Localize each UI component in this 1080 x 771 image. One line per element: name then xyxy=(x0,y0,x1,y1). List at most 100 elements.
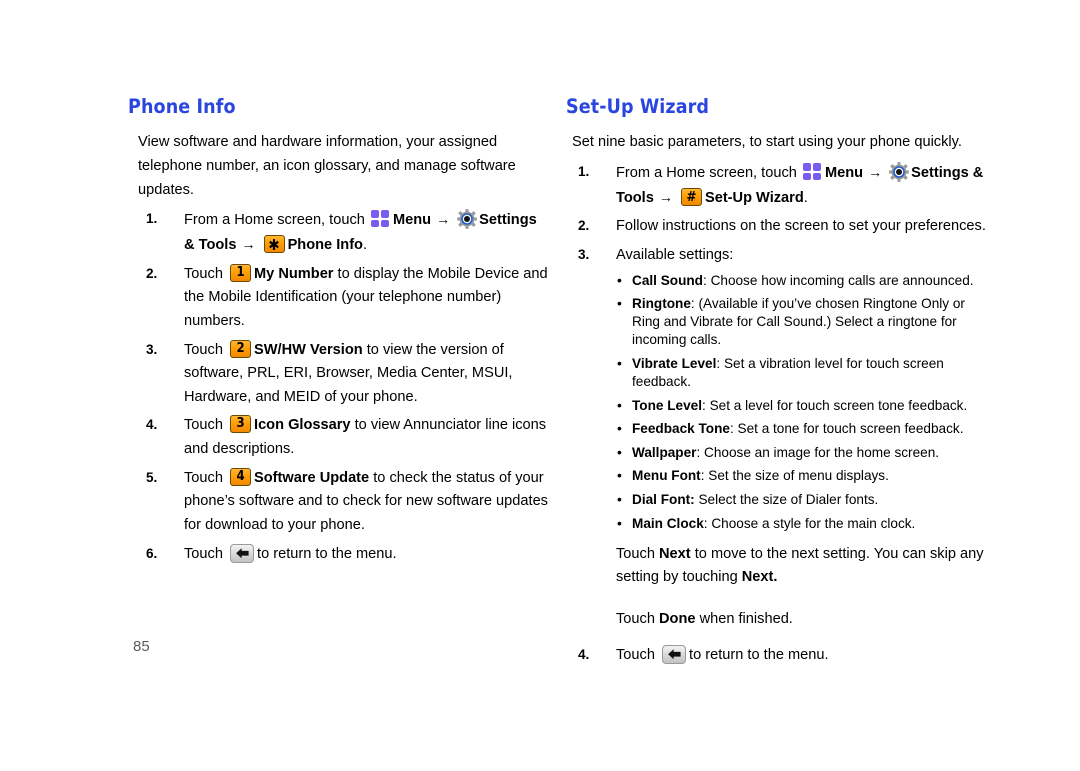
setting-item: Feedback Tone: Set a tone for touch scre… xyxy=(616,419,986,438)
keypad-key-icon-3: 3 xyxy=(230,415,252,434)
setting-item: Menu Font: Set the size of menu displays… xyxy=(616,466,986,485)
setting-term: Ringtone xyxy=(632,296,691,312)
keypad-key-icon-1: 1 xyxy=(230,263,252,282)
key-glyph: 1 xyxy=(236,264,245,280)
setting-item: Main Clock: Choose a style for the main … xyxy=(616,513,986,533)
step-text: Touch xyxy=(184,265,223,282)
step-number: 2. xyxy=(146,265,158,281)
step-number: 4. xyxy=(146,417,158,433)
setting-item: Tone Level: Set a level for touch screen… xyxy=(616,396,986,415)
setting-term: Main Clock xyxy=(632,515,704,531)
done-instruction-paragraph: Touch Done when finished. xyxy=(616,608,986,632)
key-glyph: # xyxy=(686,188,697,205)
available-settings-list: Call Sound: Choose how incoming calls ar… xyxy=(616,271,986,533)
back-arrow-icon xyxy=(230,543,255,563)
intro-paragraph: Set nine basic parameters, to start usin… xyxy=(572,134,962,151)
setting-item: Wallpaper: Choose an image for the home … xyxy=(616,443,986,462)
setting-term: Wallpaper xyxy=(632,444,697,460)
setting-sep: : xyxy=(696,444,705,460)
step-item: 3. Available settings: Call Sound: Choose… xyxy=(566,244,986,632)
step-item: 2. Follow instructions on the screen to s… xyxy=(566,215,986,239)
step-text-cont: to return to the menu. xyxy=(689,646,829,663)
settings-gear-icon xyxy=(889,162,909,182)
setting-sep: : xyxy=(729,421,738,437)
arrow-separator: → xyxy=(868,164,883,181)
setting-desc: Choose an image for the home screen. xyxy=(704,444,940,460)
key-glyph: 2 xyxy=(236,340,245,356)
done-bold: Done xyxy=(659,610,696,627)
step-text: From a Home screen, touch xyxy=(616,165,797,182)
step-item: 1. From a Home screen, touch Menu → Sett… xyxy=(566,161,986,210)
keypad-key-icon-star: ✱ xyxy=(263,235,285,253)
step-item: 5. Touch 4 Software Update to check the st… xyxy=(128,467,548,538)
step-text: Follow instructions on the screen to set… xyxy=(616,218,986,235)
setting-item: Vibrate Level: Set a vibration level for… xyxy=(616,354,986,391)
step-text-cont: to return to the menu. xyxy=(257,545,397,562)
step-item: 6. Touch to return to the menu. xyxy=(128,543,548,567)
page-number: 85 xyxy=(133,638,150,655)
target-label: Set-Up Wizard xyxy=(704,189,804,206)
keypad-key-icon-2: 2 xyxy=(230,339,252,358)
setting-desc: Select the size of Dialer fonts. xyxy=(698,491,879,507)
setting-desc: Set a tone for touch screen feedback. xyxy=(737,421,964,437)
step-bold-term: SW/HW Version xyxy=(254,341,363,358)
menu-grid-icon xyxy=(802,163,822,181)
tools-label: Tools xyxy=(616,189,654,206)
keypad-key-icon-4: 4 xyxy=(230,467,252,486)
setting-term: Vibrate Level xyxy=(632,355,717,371)
arrow-separator-2: → xyxy=(658,188,673,205)
setting-desc: Set a level for touch screen tone feedba… xyxy=(709,397,968,413)
step-text: Touch xyxy=(184,545,223,562)
step-number: 1. xyxy=(578,164,590,180)
settings-label: Settings & xyxy=(911,165,984,182)
next-bold-2: Next. xyxy=(741,569,778,586)
step-text: Available settings: xyxy=(616,247,734,263)
menu-label: Menu xyxy=(392,212,432,229)
step-text: Touch xyxy=(184,341,223,358)
arrow-separator-2: → xyxy=(241,236,256,252)
setting-term: Dial Font: xyxy=(632,491,695,507)
step-text: Touch xyxy=(184,417,223,434)
step-text: Touch xyxy=(616,646,655,663)
step-item: 1. From a Home screen, touch Menu → Sett… xyxy=(128,208,548,257)
setting-item: Dial Font: Select the size of Dialer fon… xyxy=(616,490,986,509)
page-title-setup-wizard: Set-Up Wizard xyxy=(566,95,710,118)
step-item: 4. Touch 3 Icon Glossary to view Annunciat… xyxy=(128,414,548,461)
step-number: 1. xyxy=(146,211,158,227)
left-column: Phone Info View software and hardware in… xyxy=(128,96,548,571)
intro-paragraph: View software and hardware information, … xyxy=(138,134,516,198)
next-instruction-paragraph: Touch Next to move to the next setting. … xyxy=(616,543,986,590)
step-number: 3. xyxy=(146,341,158,357)
done-text-2: when finished. xyxy=(699,610,793,627)
step-bold-term: Software Update xyxy=(254,469,370,486)
menu-grid-icon xyxy=(370,210,390,228)
settings-gear-icon xyxy=(457,209,477,230)
manual-page: Phone Info View software and hardware in… xyxy=(0,0,1080,771)
setting-item: Call Sound: Choose how incoming calls ar… xyxy=(616,271,986,290)
period: . xyxy=(803,189,808,206)
step-number: 6. xyxy=(146,545,158,561)
setting-desc: Choose how incoming calls are announced. xyxy=(710,272,974,288)
keypad-key-icon-hash: # xyxy=(680,187,702,206)
step-text: From a Home screen, touch xyxy=(184,212,365,229)
setting-sep: : xyxy=(716,355,724,371)
step-number: 3. xyxy=(578,247,590,262)
key-glyph: 3 xyxy=(236,416,245,432)
menu-label: Menu xyxy=(824,165,864,182)
setting-term: Menu Font xyxy=(632,468,701,484)
steps-list-phone-info: 1. From a Home screen, touch Menu → Sett… xyxy=(128,208,548,566)
period: . xyxy=(362,237,368,253)
arrow-separator: → xyxy=(436,211,451,228)
setting-sep: : xyxy=(703,272,711,288)
next-text-1: Touch xyxy=(616,545,655,562)
key-glyph: ✱ xyxy=(268,236,280,253)
back-arrow-icon xyxy=(662,644,687,664)
page-title-phone-info: Phone Info xyxy=(128,95,236,118)
steps-list-setup-wizard: 1. From a Home screen, touch Menu → Sett… xyxy=(566,161,986,667)
step-number: 4. xyxy=(578,646,590,662)
step-item: 4. Touch to return to the menu. xyxy=(566,644,986,668)
done-text-1: Touch xyxy=(616,610,655,627)
tools-label: Tools xyxy=(198,237,237,253)
setting-item: Ringtone: (Available if you’ve chosen Ri… xyxy=(616,294,986,349)
step-item: 2. Touch 1 My Number to display the Mobile… xyxy=(128,263,548,334)
